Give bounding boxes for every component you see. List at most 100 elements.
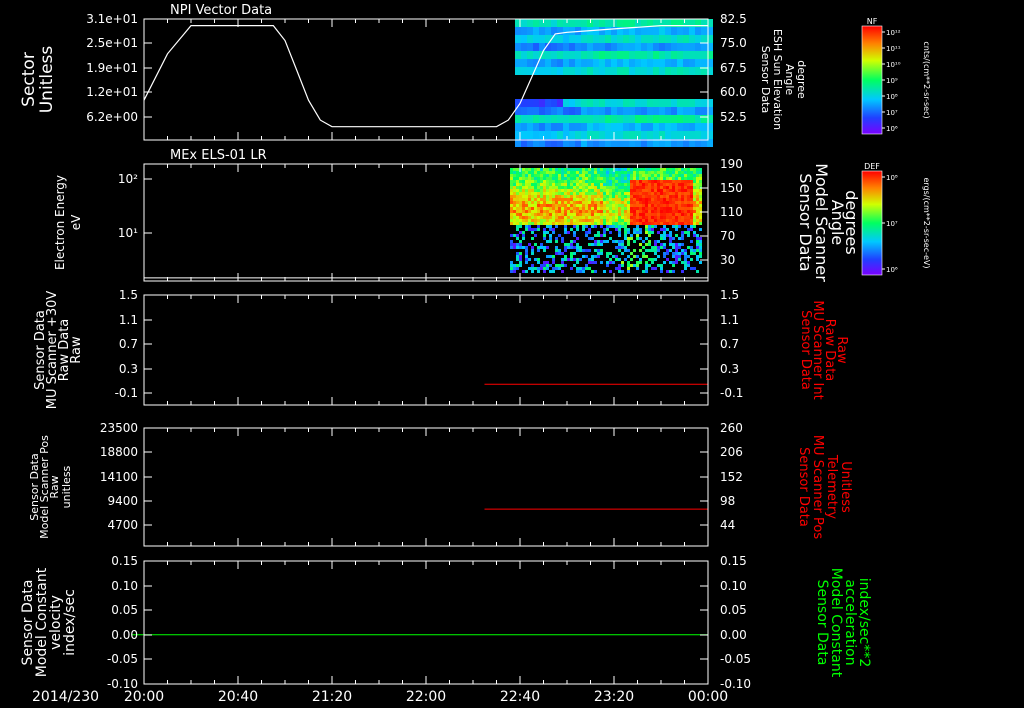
- els-heat-cell: [699, 192, 702, 195]
- els-heat-cell: [609, 177, 612, 180]
- npi-heat-cell: [587, 43, 593, 51]
- els-heat-cell: [606, 264, 609, 267]
- els-heat-cell: [588, 213, 591, 216]
- els-heat-cell: [573, 204, 576, 207]
- els-heat-cell: [660, 177, 663, 180]
- els-heat-cell: [675, 219, 678, 222]
- els-heat-cell: [525, 195, 528, 198]
- npi-heat-cell: [581, 35, 587, 43]
- els-heat-cell: [639, 243, 642, 246]
- npi-heat-cell: [641, 107, 647, 115]
- els-heat-cell: [654, 249, 657, 252]
- npi-heat-cell: [611, 43, 617, 51]
- els-heat-cell: [543, 177, 546, 180]
- els-heat-cell: [663, 237, 666, 240]
- npi-heat-cell: [689, 43, 695, 51]
- els-heat-cell: [636, 234, 639, 237]
- npi-heat-cell: [569, 107, 575, 115]
- els-heat-cell: [645, 198, 648, 201]
- els-heat-cell: [600, 186, 603, 189]
- els-heat-cell: [618, 234, 621, 237]
- els-heat-cell: [624, 213, 627, 216]
- els-heat-cell: [672, 183, 675, 186]
- els-heat-cell: [516, 171, 519, 174]
- els-heat-cell: [624, 201, 627, 204]
- els-heat-cell: [651, 192, 654, 195]
- els-heat-cell: [642, 174, 645, 177]
- npi-heat-cell: [647, 123, 653, 131]
- els-heat-cell: [552, 267, 555, 270]
- els-heat-cell: [567, 171, 570, 174]
- els-heat-cell: [549, 207, 552, 210]
- els-heat-cell: [633, 222, 636, 225]
- els-heat-cell: [534, 195, 537, 198]
- els-heat-cell: [645, 168, 648, 171]
- els-heat-cell: [681, 237, 684, 240]
- els-heat-cell: [645, 177, 648, 180]
- els-heat-cell: [510, 210, 513, 213]
- els-heat-cell: [546, 189, 549, 192]
- els-heat-cell: [561, 240, 564, 243]
- npi-heat-cell: [587, 51, 593, 59]
- els-heat-cell: [612, 192, 615, 195]
- els-heat-cell: [642, 198, 645, 201]
- els-heat-cell: [594, 240, 597, 243]
- els-heat-cell: [552, 177, 555, 180]
- els-heat-cell: [543, 201, 546, 204]
- els-heat-cell: [570, 216, 573, 219]
- els-heat-cell: [657, 189, 660, 192]
- els-heat-cell: [585, 168, 588, 171]
- els-heat-cell: [567, 216, 570, 219]
- els-heat-cell: [561, 219, 564, 222]
- els-heat-cell: [648, 168, 651, 171]
- els-heat-cell: [597, 213, 600, 216]
- npi-heat-cell: [695, 35, 701, 43]
- els-heat-cell: [618, 243, 621, 246]
- els-heat-cell: [600, 219, 603, 222]
- els-heat-cell: [645, 255, 648, 258]
- els-heat-cell: [528, 192, 531, 195]
- npi-heat-cell: [599, 43, 605, 51]
- els-heat-cell: [552, 168, 555, 171]
- els-heat-cell: [615, 189, 618, 192]
- els-heat-cell: [609, 207, 612, 210]
- els-heat-cell: [540, 171, 543, 174]
- right-axis-label: index/sec**2: [856, 578, 872, 668]
- els-heat-cell: [510, 243, 513, 246]
- npi-heat-cell: [557, 43, 563, 51]
- els-heat-cell: [543, 216, 546, 219]
- left-tick-label: 23500: [100, 421, 138, 435]
- els-heat-cell: [510, 240, 513, 243]
- els-heat-cell: [609, 168, 612, 171]
- els-heat-cell: [687, 216, 690, 219]
- els-heat-cell: [612, 216, 615, 219]
- els-heat-cell: [516, 192, 519, 195]
- els-heat-cell: [582, 171, 585, 174]
- els-heat-cell: [531, 174, 534, 177]
- npi-heat-cell: [575, 115, 581, 123]
- els-heat-cell: [663, 177, 666, 180]
- els-heat-cell: [690, 204, 693, 207]
- els-heat-cell: [687, 174, 690, 177]
- left-tick-label: 0.05: [111, 603, 138, 617]
- els-heat-cell: [561, 168, 564, 171]
- npi-heat-cell: [563, 131, 569, 139]
- els-heat-cell: [558, 222, 561, 225]
- els-heat-cell: [513, 204, 516, 207]
- right-tick-label: 44: [720, 518, 735, 532]
- npi-heat-cell: [557, 19, 563, 27]
- els-heat-cell: [570, 195, 573, 198]
- els-heat-cell: [582, 201, 585, 204]
- els-heat-cell: [687, 195, 690, 198]
- els-heat-cell: [633, 195, 636, 198]
- els-heat-cell: [615, 195, 618, 198]
- els-heat-cell: [663, 252, 666, 255]
- els-heat-cell: [672, 243, 675, 246]
- els-heat-cell: [660, 204, 663, 207]
- right-tick-label: 1.1: [720, 313, 739, 327]
- npi-heat-cell: [683, 123, 689, 131]
- els-heat-cell: [657, 174, 660, 177]
- els-heat-cell: [555, 177, 558, 180]
- els-heat-cell: [510, 264, 513, 267]
- els-heat-cell: [564, 219, 567, 222]
